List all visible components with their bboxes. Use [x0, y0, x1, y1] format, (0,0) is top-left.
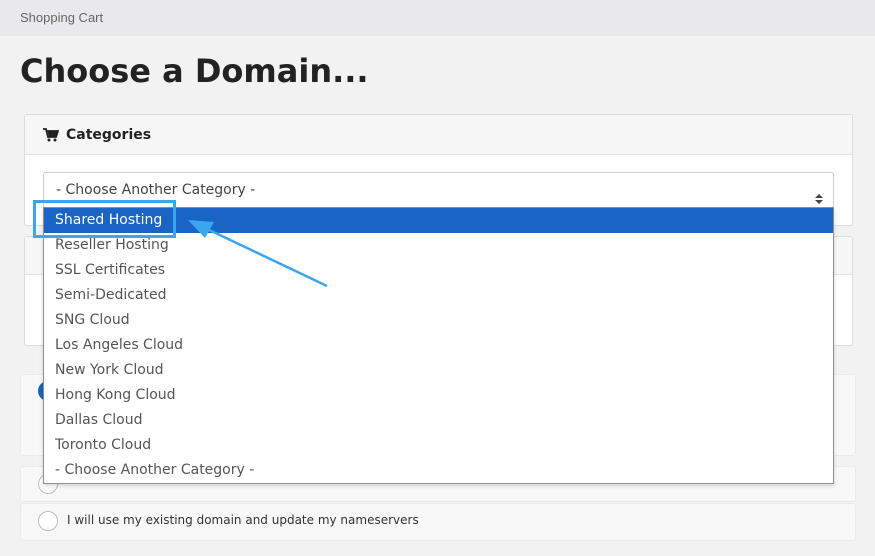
annotation-arrow-icon — [188, 220, 328, 288]
